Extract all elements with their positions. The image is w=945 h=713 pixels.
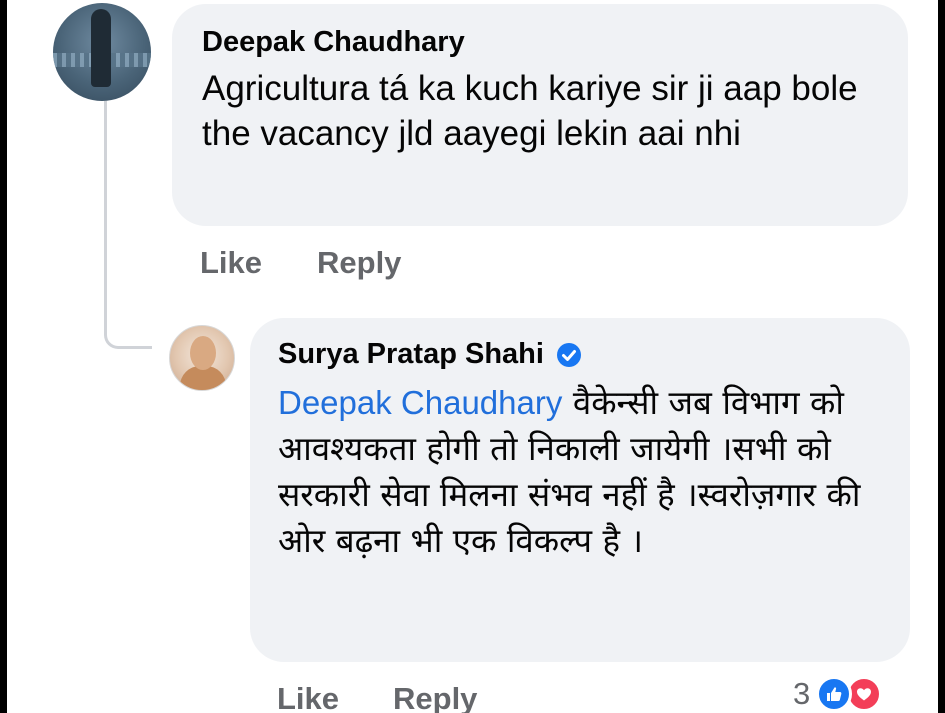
reply-text-block: Deepak Chaudhary वैकेन्सी जब विभाग को आव… [278,380,878,564]
avatar-face [190,336,216,370]
reply-author-row: Surya Pratap Shahi [278,336,884,372]
comment-bubble: Deepak Chaudhary Agricultura tá ka kuch … [172,4,908,226]
reply-like-button[interactable]: Like [277,681,339,713]
reaction-summary[interactable]: 3 [793,676,883,712]
comment-author[interactable]: Deepak Chaudhary [202,24,880,60]
reply-author[interactable]: Surya Pratap Shahi [278,336,544,372]
verified-badge-icon [556,341,582,367]
avatar-person [91,9,111,87]
comment-thread: Deepak Chaudhary Agricultura tá ka kuch … [7,0,938,713]
like-reaction-icon [816,676,853,712]
thread-connector [104,101,152,349]
reply-reply-button[interactable]: Reply [393,681,477,713]
reply-bubble: Surya Pratap Shahi Deepak Chaudhary वैके… [250,318,910,662]
avatar-surya[interactable] [169,325,235,391]
reply-mention-link[interactable]: Deepak Chaudhary [278,384,562,421]
reaction-count: 3 [793,676,811,711]
comment-like-button[interactable]: Like [200,245,262,281]
avatar-deepak[interactable] [53,3,151,101]
comment-reply-button[interactable]: Reply [317,245,401,281]
comment-text: Agricultura tá ka kuch kariye sir ji aap… [202,69,858,153]
